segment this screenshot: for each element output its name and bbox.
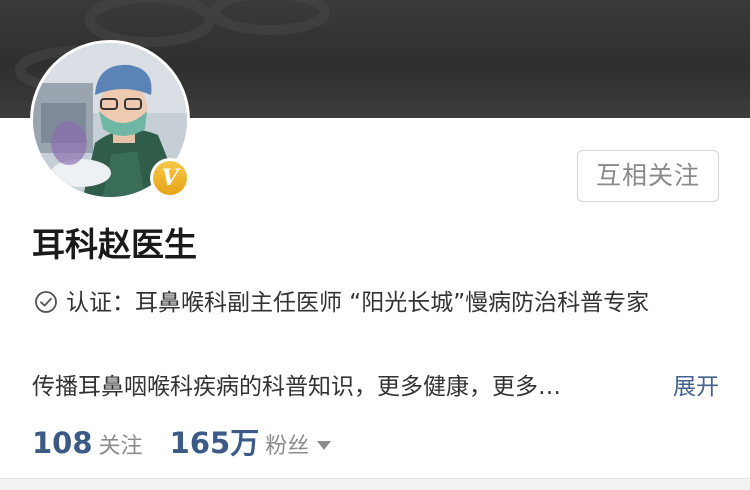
profile-name: 耳科赵医生 [32,225,197,264]
bio-text: 传播耳鼻咽喉科疾病的科普知识，更多健康，更多… [32,374,561,400]
mutual-follow-button[interactable]: 互相关注 [577,150,719,202]
verified-v-icon: V [153,161,187,195]
caret-down-icon[interactable] [317,441,332,450]
following-label: 关注 [98,434,143,459]
verification-text: 认证：耳鼻喉科副主任医师 “阳光长城”慢病防治科普专家 [66,290,650,316]
stats-row: 108 关注 165万 粉丝 [32,420,332,464]
bio-row: 传播耳鼻咽喉科疾病的科普知识，更多健康，更多… 展开 [32,369,722,405]
section-divider [0,478,750,490]
following-count: 108 [32,426,93,460]
following-stat[interactable]: 108 关注 [32,426,143,460]
followers-count: 165万 [169,426,260,460]
followers-stat[interactable]: 165万 粉丝 [170,420,332,462]
check-circle-icon [35,291,57,313]
verified-badge: V [150,158,190,198]
expand-bio-link[interactable]: 展开 [673,369,719,405]
followers-label: 粉丝 [265,434,310,459]
